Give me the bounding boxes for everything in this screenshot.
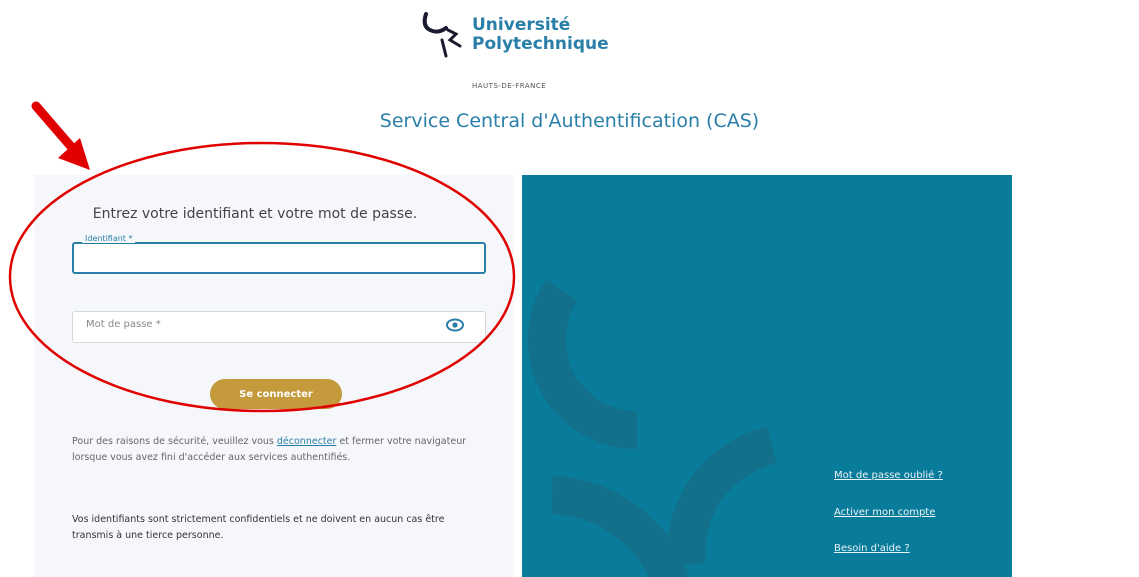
security-note-before: Pour des raisons de sécurité, veuillez v… (72, 436, 277, 447)
university-logo: Université Polytechnique HAUTS-DE-FRANCE (420, 10, 640, 94)
username-label: Identifiant * (82, 234, 136, 243)
login-button[interactable]: Se connecter (210, 379, 342, 409)
logo-text: Université Polytechnique (472, 16, 609, 54)
logout-link[interactable]: déconnecter (277, 436, 337, 447)
logo-line-2: Polytechnique (472, 34, 609, 54)
upf-logo-icon (422, 12, 462, 58)
help-link[interactable]: Besoin d'aide ? (834, 543, 910, 554)
logo-line-3: HAUTS-DE-FRANCE (472, 82, 547, 90)
decorative-arcs (527, 279, 777, 577)
eye-icon[interactable] (446, 318, 464, 332)
confidential-note: Vos identifiants sont strictement confid… (72, 514, 445, 541)
login-instruction: Entrez votre identifiant et votre mot de… (92, 206, 418, 222)
logo-line-1: Université (472, 15, 571, 35)
page-title: Service Central d'Authentification (CAS) (379, 110, 760, 132)
activate-account-link[interactable]: Activer mon compte (834, 507, 935, 518)
username-input[interactable] (72, 242, 486, 274)
security-note: Pour des raisons de sécurité, veuillez v… (72, 434, 472, 466)
info-panel (522, 175, 1012, 577)
password-placeholder: Mot de passe * (86, 319, 161, 330)
forgot-password-link[interactable]: Mot de passe oublié ? (834, 470, 943, 481)
